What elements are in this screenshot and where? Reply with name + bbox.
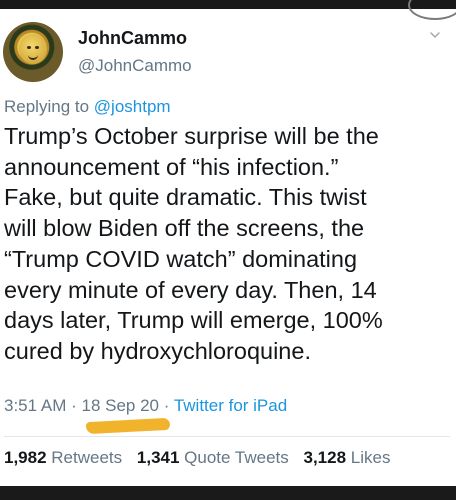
divider (4, 436, 450, 437)
author-handle[interactable]: @JohnCammo (78, 56, 192, 76)
engagement-stats: 1,982 Retweets 1,341 Quote Tweets 3,128 … (4, 448, 400, 468)
likes-stat[interactable]: 3,128 Likes (304, 448, 391, 467)
tweet-time[interactable]: 3:51 AM (4, 396, 66, 415)
bottom-screen-edge (0, 486, 456, 500)
chevron-down-icon[interactable] (430, 30, 440, 40)
top-screen-edge (0, 0, 456, 9)
avatar-face (19, 34, 47, 64)
avatar[interactable] (3, 22, 63, 82)
avatar-eye-left (27, 46, 31, 49)
date-highlight-mark (85, 417, 171, 435)
reply-handle-link[interactable]: @joshtpm (94, 97, 171, 116)
tweet-text: Trump’s October surprise will be the ann… (4, 123, 383, 364)
tweet-meta: 3:51 AM · 18 Sep 20 · Twitter for iPad (4, 396, 287, 416)
avatar-eye-right (35, 46, 39, 49)
likes-label: Likes (350, 448, 391, 467)
retweets-count: 1,982 (4, 448, 47, 467)
meta-separator: · (66, 396, 82, 415)
quote-tweets-count: 1,341 (136, 448, 180, 467)
tweet-source-link[interactable]: Twitter for iPad (174, 396, 287, 415)
author-display-name[interactable]: JohnCammo (78, 28, 187, 49)
retweets-label: Retweets (51, 448, 123, 467)
tweet-date[interactable]: 18 Sep 20 (81, 396, 159, 415)
avatar-mouth (28, 54, 38, 60)
meta-separator: · (159, 396, 174, 415)
top-corner-arc (408, 0, 456, 20)
replying-to-label: Replying to (4, 97, 90, 116)
quote-tweets-stat[interactable]: 1,341 Quote Tweets (137, 448, 294, 467)
retweets-stat[interactable]: 1,982 Retweets (4, 448, 127, 467)
likes-count: 3,128 (303, 448, 347, 467)
quote-tweets-label: Quote Tweets (184, 448, 289, 467)
replying-to: Replying to @joshtpm (4, 97, 171, 117)
